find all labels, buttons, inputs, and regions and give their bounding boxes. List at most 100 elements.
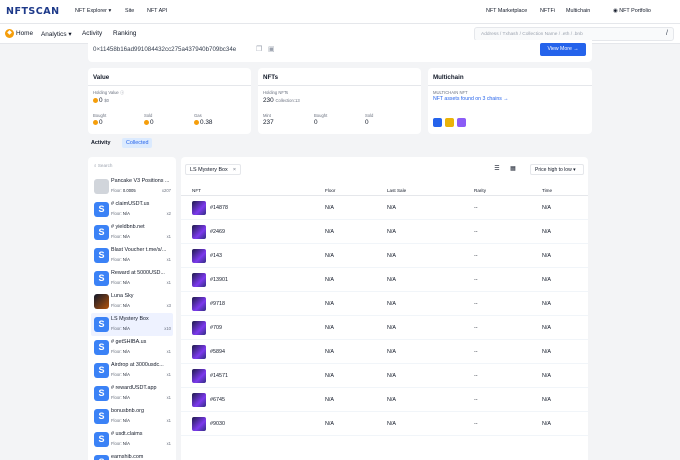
nft-thumbnail[interactable] <box>192 369 206 383</box>
nft-thumbnail[interactable] <box>192 249 206 263</box>
nft-rarity: -- <box>474 325 478 331</box>
collection-name: LS Mystery Box <box>111 316 149 322</box>
collection-item[interactable]: Luna Sky Floor: N/A x3 <box>91 290 173 313</box>
nav-site[interactable]: Site <box>125 8 134 14</box>
sold-value: 0 <box>144 119 154 126</box>
table-row[interactable]: #2469 N/A N/A -- N/A <box>181 220 588 244</box>
nft-thumbnail[interactable] <box>192 297 206 311</box>
nft-thumbnail[interactable] <box>192 393 206 407</box>
nft-thumbnail[interactable] <box>192 225 206 239</box>
collection-item[interactable]: Searnshib.comFloor: N/Ax1 <box>91 451 173 460</box>
sort-select[interactable]: Price high to low ▾ <box>530 164 584 175</box>
subnav-ranking[interactable]: Ranking <box>113 30 136 37</box>
nft-last-sale: N/A <box>387 253 396 259</box>
collection-floor-value: N/A <box>122 418 130 423</box>
table-row[interactable]: #6745 N/A N/A -- N/A <box>181 388 588 412</box>
copy-icon[interactable]: ❐ <box>256 45 262 53</box>
collections-list: ⌕ Search Pancake V3 Positions ... Floor: … <box>88 157 176 460</box>
nav-nftfi[interactable]: NFTFi <box>540 8 555 14</box>
nft-last-sale: N/A <box>387 229 396 235</box>
list-view-icon[interactable]: ☰ <box>490 164 504 175</box>
table-row[interactable]: #5894 N/A N/A -- N/A <box>181 340 588 364</box>
table-row[interactable]: #709 N/A N/A -- N/A <box>181 316 588 340</box>
multichain-assets-link[interactable]: NFT assets found on 3 chains → <box>433 96 508 102</box>
collection-item[interactable]: S LS Mystery Box Floor: N/A x10 <box>91 313 173 336</box>
nft-thumbnail[interactable] <box>192 345 206 359</box>
value-card: Value Holding Value ⓘ 0 $0 Bought 0 Sold… <box>88 68 251 134</box>
column-header-time: Time <box>542 188 553 193</box>
nft-id[interactable]: #143 <box>210 253 222 259</box>
collection-item[interactable]: S # claimUSDT.us Floor: N/A x2 <box>91 198 173 221</box>
search-input[interactable]: Address / Txhash / Collection Name / .et… <box>474 27 674 41</box>
subnav-activity[interactable]: Activity <box>82 30 102 37</box>
ethereum-chain-icon[interactable] <box>433 118 442 127</box>
nav-nft-api[interactable]: NFT API <box>147 8 167 14</box>
nft-id[interactable]: #9718 <box>210 301 225 307</box>
table-row[interactable]: #14878 N/A N/A -- N/A <box>181 196 588 220</box>
column-header-floor: Floor <box>325 188 336 193</box>
collection-item[interactable]: S # usdt.claims Floor: N/A x1 <box>91 428 173 451</box>
grid-view-icon[interactable]: ▦ <box>506 164 520 175</box>
nfts-card-title: NFTs <box>263 74 279 81</box>
nft-id[interactable]: #6745 <box>210 397 225 403</box>
nav-nft-portfolio[interactable]: ◉ NFT Portfolio <box>613 8 651 14</box>
nft-id[interactable]: #9030 <box>210 421 225 427</box>
collection-item[interactable]: S Reward at 5000USD... Floor: N/A x1 <box>91 267 173 290</box>
nav-nft-explorer[interactable]: NFT Explorer ▾ <box>75 8 111 14</box>
bnb-coin-icon <box>93 97 98 103</box>
nft-last-sale: N/A <box>387 325 396 331</box>
close-icon[interactable]: × <box>233 165 236 175</box>
table-row[interactable]: #9030 N/A N/A -- N/A <box>181 412 588 436</box>
collection-item[interactable]: S # yieldbnb.net Floor: N/A x1 <box>91 221 173 244</box>
collection-item[interactable]: S Airdrop at 3000usdc... Floor: N/A x1 <box>91 359 173 382</box>
collection-logo-icon: S <box>94 409 109 424</box>
bnb-chain-icon: ◆ <box>5 29 14 38</box>
nft-floor: N/A <box>325 325 334 331</box>
collection-count: x10 <box>164 326 171 331</box>
nav-multichain[interactable]: Multichain <box>566 8 590 14</box>
nft-id[interactable]: #13901 <box>210 277 228 283</box>
nft-thumbnail[interactable] <box>192 273 206 287</box>
collection-item[interactable]: Pancake V3 Positions ... Floor: 0.0005 x20… <box>91 175 173 198</box>
collection-floor: Floor: N/A <box>111 257 130 262</box>
tab-activity[interactable]: Activity <box>91 140 110 146</box>
sort-select-label: Price high to low <box>535 167 572 173</box>
nft-id[interactable]: #5894 <box>210 349 225 355</box>
bnb-chain-icon[interactable] <box>445 118 454 127</box>
collection-filter-label: LS Mystery Box <box>190 167 228 173</box>
collection-item[interactable]: Sbonusbnb.org Floor: N/A x1 <box>91 405 173 428</box>
nft-thumbnail[interactable] <box>192 201 206 215</box>
gas-value: 0.38 <box>194 119 212 126</box>
collections-search-input[interactable]: ⌕ Search <box>94 163 112 168</box>
qrcode-icon[interactable]: ▣ <box>268 45 275 53</box>
subnav-home[interactable]: Home <box>16 30 33 37</box>
nftscan-logo[interactable]: NFTSCAN <box>6 6 60 17</box>
collection-item[interactable]: S # rewardUSDT.app Floor: N/A x1 <box>91 382 173 405</box>
nft-thumbnail[interactable] <box>192 417 206 431</box>
nav-nft-marketplace[interactable]: NFT Marketplace <box>486 8 527 14</box>
nft-id[interactable]: #14878 <box>210 205 228 211</box>
table-row[interactable]: #13901 N/A N/A -- N/A <box>181 268 588 292</box>
collection-count: x2 <box>166 211 171 216</box>
view-more-button[interactable]: View More → <box>540 43 586 56</box>
table-row[interactable]: #14571 N/A N/A -- N/A <box>181 364 588 388</box>
info-icon[interactable]: ⓘ <box>120 90 124 95</box>
nft-last-sale: N/A <box>387 301 396 307</box>
collection-name: # claimUSDT.us <box>111 201 150 207</box>
subnav-analytics[interactable]: Analytics ▾ <box>41 30 72 38</box>
nft-thumbnail[interactable] <box>192 321 206 335</box>
collection-floor-value: 0.0005 <box>122 188 136 193</box>
table-row[interactable]: #9718 N/A N/A -- N/A <box>181 292 588 316</box>
tab-collected[interactable]: Collected <box>122 138 153 148</box>
nft-id[interactable]: #14571 <box>210 373 228 379</box>
polygon-chain-icon[interactable] <box>457 118 466 127</box>
nft-id[interactable]: #709 <box>210 325 222 331</box>
nav-nft-portfolio-label: NFT Portfolio <box>619 8 651 14</box>
nft-id[interactable]: #2469 <box>210 229 225 235</box>
collection-filter-chip[interactable]: LS Mystery Box × <box>185 164 241 175</box>
table-row[interactable]: #143 N/A N/A -- N/A <box>181 244 588 268</box>
collection-item[interactable]: S # getSHIBA.us Floor: N/A x1 <box>91 336 173 359</box>
collection-floor: Floor: N/A <box>111 326 130 331</box>
nft-time: N/A <box>542 373 551 379</box>
collection-item[interactable]: S Blast Voucher t.me/s/... Floor: N/A x1 <box>91 244 173 267</box>
